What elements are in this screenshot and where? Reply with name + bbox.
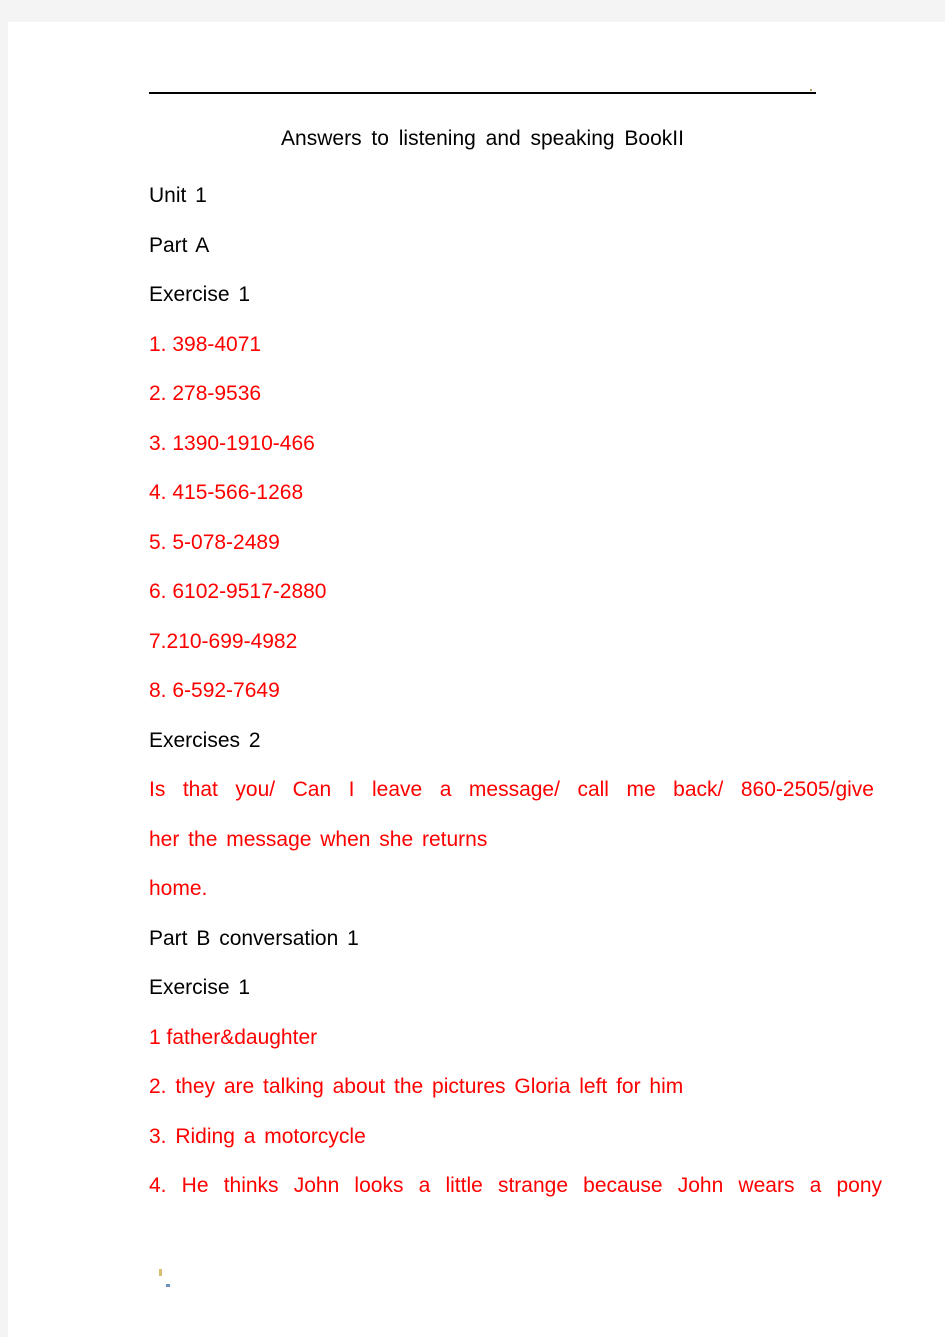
answer-item: 2. they are talking about the pictures G… bbox=[149, 1075, 684, 1098]
answer-item: 3. Riding a motorcycle bbox=[149, 1124, 366, 1148]
answer-item: 1 father&daughter bbox=[149, 1025, 318, 1049]
part-a-heading: Part A bbox=[149, 233, 210, 257]
answer-item: 5. 5-078-2489 bbox=[149, 530, 280, 554]
header-rule-speck-icon bbox=[810, 89, 812, 91]
answer-item: 4. 415-566-1268 bbox=[149, 481, 304, 504]
footer-artifact-icon bbox=[153, 1254, 193, 1294]
exercises-2-heading: Exercises 2 bbox=[149, 728, 261, 752]
footer-speck-blue-icon bbox=[166, 1284, 170, 1287]
answer-line: her the message when she returns bbox=[149, 827, 488, 851]
answer-item: 6. 6102-9517-2880 bbox=[149, 580, 327, 603]
part-b-exercise-1-heading: Exercise 1 bbox=[149, 976, 251, 999]
answer-item: 8. 6-592-7649 bbox=[149, 679, 280, 702]
part-b-heading: Part B conversation 1 bbox=[149, 926, 359, 950]
answer-item: 3. 1390-1910-466 bbox=[149, 431, 315, 455]
document-body: Answers to listening and speaking BookII… bbox=[149, 89, 889, 1211]
document-page: Answers to listening and speaking BookII… bbox=[8, 22, 945, 1337]
answer-line: Is that you/ Can I leave a message/ call… bbox=[149, 778, 874, 801]
answer-item: 1. 398-4071 bbox=[149, 332, 262, 356]
exercise-1-heading: Exercise 1 bbox=[149, 283, 251, 306]
exercises-2-answer: Is that you/ Can I leave a message/ call… bbox=[149, 765, 874, 914]
answer-line: home. bbox=[149, 877, 208, 900]
answer-item: 2. 278-9536 bbox=[149, 382, 262, 405]
footer-speck-yellow-icon bbox=[159, 1269, 162, 1276]
answer-item: 4. He thinks John looks a little strange… bbox=[149, 1174, 882, 1197]
unit-heading: Unit 1 bbox=[149, 184, 207, 207]
answer-item: 7.210-699-4982 bbox=[149, 629, 298, 653]
header-rule bbox=[149, 89, 816, 94]
page-title: Answers to listening and speaking BookII bbox=[281, 127, 684, 150]
